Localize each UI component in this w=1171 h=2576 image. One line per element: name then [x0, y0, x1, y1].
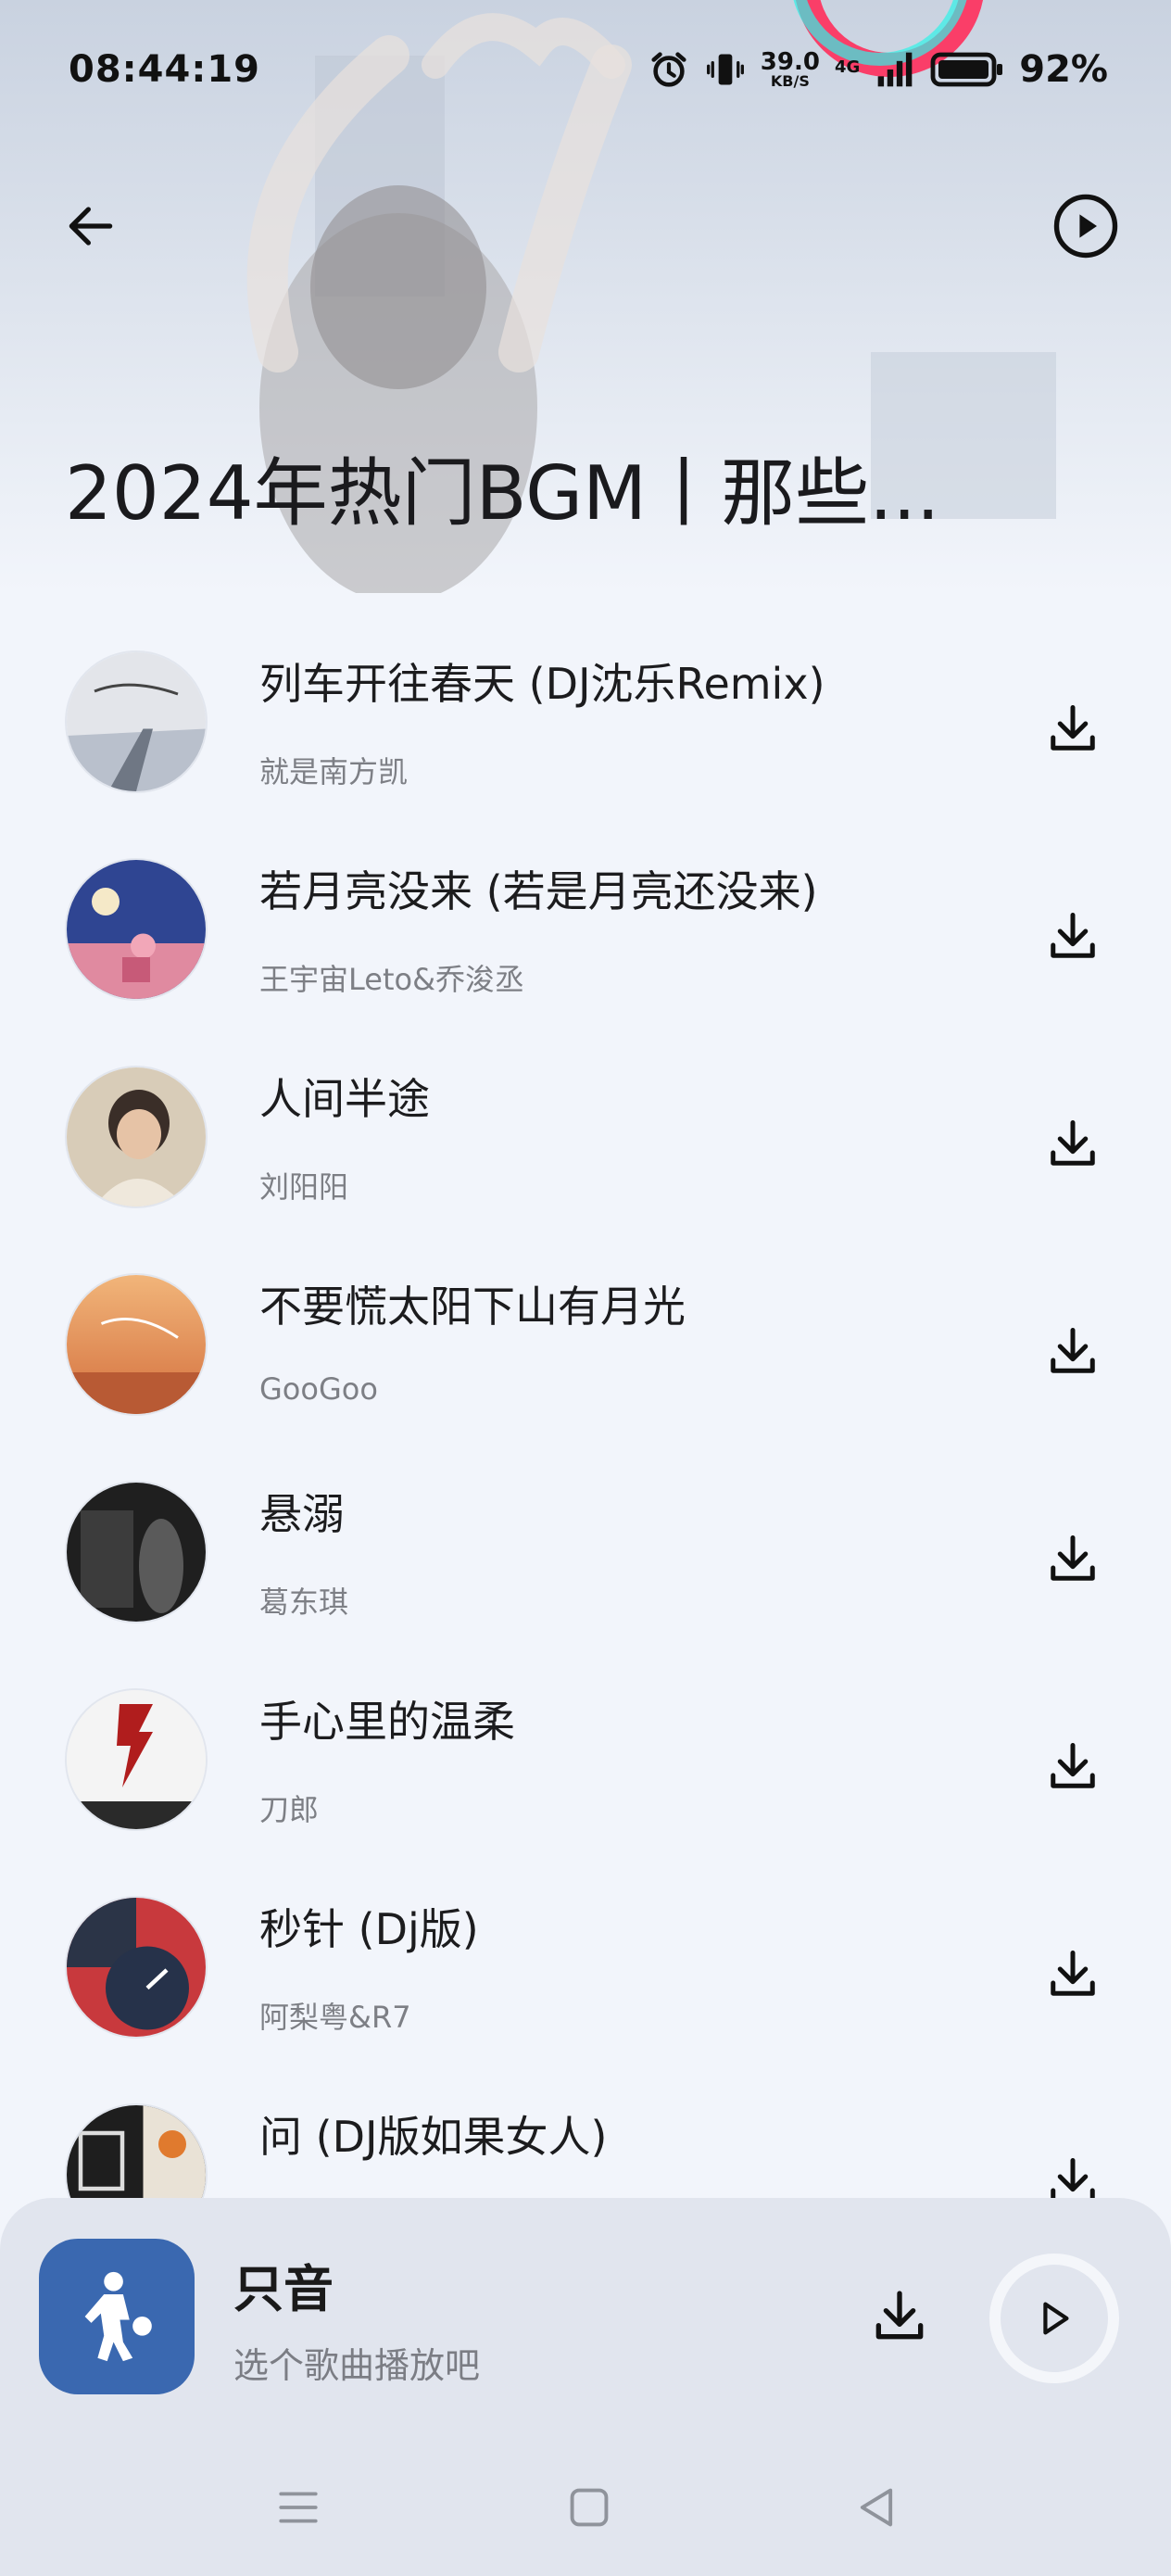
status-time: 08:44:19	[69, 48, 260, 91]
signal-icon	[877, 52, 913, 87]
album-cover-art	[67, 1067, 206, 1206]
network-speed-unit: KB/S	[770, 72, 810, 90]
download-button[interactable]	[1034, 1312, 1112, 1390]
album-cover	[65, 1481, 208, 1623]
song-title: 若月亮没来 (若是月亮还没来)	[259, 866, 818, 916]
song-artist: 刀郎	[259, 1792, 320, 1827]
back-arrow-icon	[69, 207, 113, 246]
back-key[interactable]	[839, 2470, 913, 2544]
basketball-player-icon	[84, 2271, 152, 2362]
album-cover-art	[67, 652, 206, 791]
song-title: 手心里的温柔	[259, 1697, 515, 1747]
download-button[interactable]	[1034, 1935, 1112, 2013]
battery-icon	[930, 52, 1003, 87]
song-artist: 王宇宙Leto&乔浚丞	[259, 962, 525, 997]
play-icon	[1043, 2302, 1069, 2335]
song-artist: 就是南方凯	[259, 754, 409, 789]
player-artwork[interactable]	[39, 2239, 195, 2394]
download-icon	[1051, 1951, 1095, 1996]
player-play-button[interactable]	[989, 2254, 1119, 2383]
album-cover-art	[67, 1483, 206, 1622]
song-item[interactable]: 人间半途 刘阳阳	[0, 1045, 1171, 1253]
home-key[interactable]	[552, 2470, 626, 2544]
song-artist: 葛东琪	[259, 1585, 349, 1620]
song-item[interactable]: 手心里的温柔 刀郎	[0, 1668, 1171, 1875]
download-button[interactable]	[1034, 1105, 1112, 1182]
download-button[interactable]	[1034, 1520, 1112, 1597]
alarm-icon	[651, 52, 686, 87]
download-icon	[875, 2291, 924, 2340]
album-cover	[65, 858, 208, 1001]
download-icon	[1051, 1743, 1095, 1788]
song-title: 不要慌太阳下山有月光	[259, 1282, 686, 1332]
vibrate-icon	[706, 54, 744, 85]
download-icon	[1051, 1328, 1095, 1373]
song-artist: 阿梨粤&R7	[259, 2000, 411, 2035]
album-cover-art	[67, 1898, 206, 2037]
download-icon	[1051, 1120, 1095, 1166]
download-icon	[1051, 913, 1095, 958]
network-speed: 39.0 KB/S	[761, 50, 820, 89]
player-hint: 选个歌曲播放吧	[233, 2345, 481, 2386]
song-title: 列车开往春天 (DJ沈乐Remix)	[259, 659, 825, 709]
play-circle-icon	[1053, 194, 1118, 259]
song-artist: 刘阳阳	[259, 1169, 349, 1205]
system-navigation-bar	[0, 2443, 1171, 2572]
back-triangle-icon	[860, 2488, 893, 2527]
play-all-button[interactable]	[1049, 189, 1123, 263]
song-title: 问 (DJ版如果女人)	[259, 2112, 608, 2162]
download-icon	[1051, 705, 1095, 751]
album-cover	[65, 1688, 208, 1831]
album-cover	[65, 1896, 208, 2039]
download-button[interactable]	[1034, 1727, 1112, 1805]
menu-key[interactable]	[261, 2470, 335, 2544]
album-cover	[65, 650, 208, 793]
album-cover-art	[67, 860, 206, 999]
playlist-title: 2024年热门BGM丨那些...	[65, 450, 940, 537]
network-type: 4G	[834, 57, 861, 77]
player-download-button[interactable]	[858, 2274, 941, 2357]
song-title: 人间半途	[259, 1074, 430, 1124]
song-item[interactable]: 秒针 (Dj版) 阿梨粤&R7	[0, 1875, 1171, 2083]
album-cover-art	[67, 1275, 206, 1414]
home-square-icon	[570, 2488, 609, 2527]
network-speed-value: 39.0	[760, 48, 820, 76]
player-app-name: 只音	[233, 2260, 334, 2318]
top-navigation	[0, 167, 1171, 278]
download-button[interactable]	[1034, 897, 1112, 975]
song-list: 列车开往春天 (DJ沈乐Remix) 就是南方凯 若月亮没来 (若是月亮还没来)…	[0, 630, 1171, 2291]
song-title: 悬溺	[259, 1489, 345, 1539]
song-artist: GooGoo	[259, 1371, 378, 1407]
battery-percentage: 92%	[1019, 48, 1108, 91]
album-cover	[65, 1273, 208, 1416]
song-title: 秒针 (Dj版)	[259, 1904, 479, 1954]
status-bar: 08:44:19 39.0 KB/S 4G 92%	[0, 0, 1171, 139]
song-item[interactable]: 不要慌太阳下山有月光 GooGoo	[0, 1253, 1171, 1460]
status-icons: 39.0 KB/S 4G 92%	[648, 48, 1108, 91]
song-item[interactable]: 若月亮没来 (若是月亮还没来) 王宇宙Leto&乔浚丞	[0, 838, 1171, 1045]
song-item[interactable]: 悬溺 葛东琪	[0, 1460, 1171, 1668]
song-item[interactable]: 列车开往春天 (DJ沈乐Remix) 就是南方凯	[0, 630, 1171, 838]
menu-icon	[279, 2492, 318, 2523]
download-icon	[1051, 1535, 1095, 1581]
download-button[interactable]	[1034, 689, 1112, 767]
album-cover	[65, 1066, 208, 1208]
back-button[interactable]	[54, 189, 128, 263]
album-cover-art	[67, 1690, 206, 1829]
